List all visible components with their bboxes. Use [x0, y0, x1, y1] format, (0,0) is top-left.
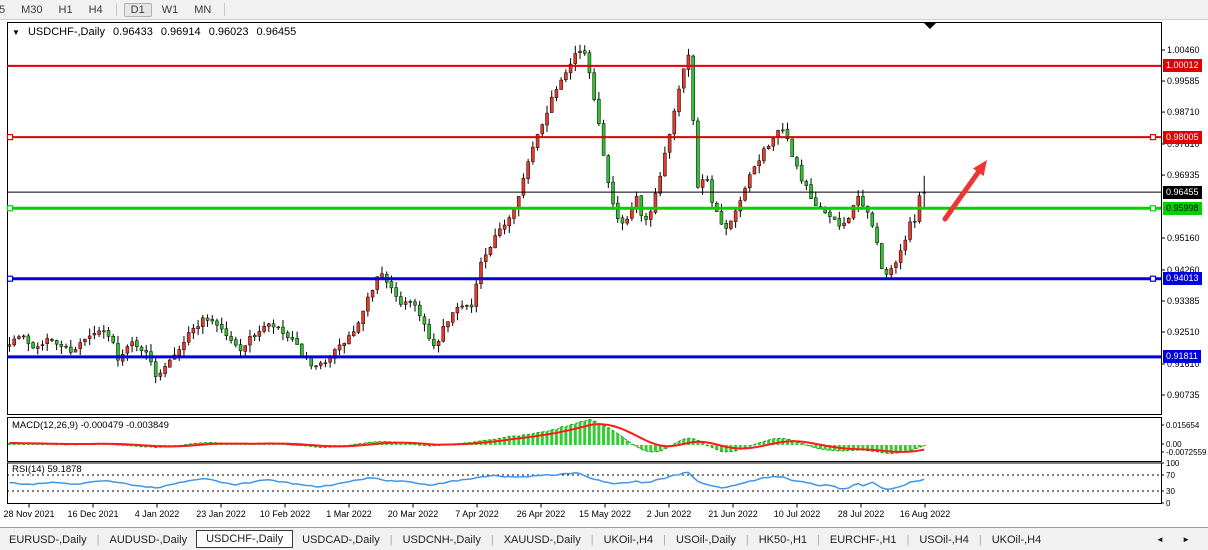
date-label: 7 Apr 2022: [455, 509, 499, 519]
rsi-label: RSI(14) 59.1878: [12, 464, 82, 475]
rsi-scale-label: 30: [1166, 487, 1175, 497]
symbol-dropdown-icon[interactable]: ▼: [12, 28, 20, 37]
mt4-window: 5 M30 H1 H4 D1 W1MN ▼ USDCHF-,Daily 0.96433 0…: [0, 0, 1208, 550]
chart-tab-bar: EURUSD-,Daily|AUDUSD-,DailyUSDCHF-,Daily…: [0, 527, 1208, 550]
price-badge-1.00012: 1.00012: [1163, 59, 1202, 72]
tf-button-h4[interactable]: H4: [83, 3, 109, 17]
price-axis-label: 0.92510: [1167, 327, 1200, 337]
timeframe-toolbar: 5 M30 H1 H4 D1 W1MN: [0, 0, 1208, 20]
ohlc-close: 0.96455: [257, 26, 297, 38]
tf-button-m30[interactable]: M30: [15, 3, 48, 17]
chart-canvas[interactable]: [0, 0, 1208, 550]
date-label: 16 Aug 2022: [900, 509, 951, 519]
price-axis-label: 0.99585: [1167, 76, 1200, 86]
tab-separator: |: [817, 534, 820, 546]
tf-button-h1[interactable]: H1: [53, 3, 79, 17]
macd-label: MACD(12,26,9) -0.000479 -0.003849: [12, 420, 169, 431]
date-label: 23 Jan 2022: [196, 509, 246, 519]
tab-eurchf-h1[interactable]: EURCHF-,H1: [821, 531, 906, 549]
tab-audusd-daily[interactable]: AUDUSD-,Daily: [100, 531, 196, 549]
price-badge-0.91811: 0.91811: [1163, 350, 1201, 363]
rsi-scale-label: 0: [1166, 499, 1170, 509]
price-badge-0.94013: 0.94013: [1163, 272, 1202, 285]
price-badge-0.98005: 0.98005: [1163, 131, 1202, 144]
tf-button-5[interactable]: 5: [0, 3, 11, 17]
macd-scale-label: 0.015654: [1166, 421, 1199, 431]
ohlc-open: 0.96433: [113, 26, 153, 38]
price-axis-label: 1.00460: [1167, 45, 1200, 55]
date-label: 28 Nov 2021: [3, 509, 54, 519]
date-label: 21 Jun 2022: [708, 509, 758, 519]
date-label: 10 Jul 2022: [774, 509, 821, 519]
date-label: 2 Jun 2022: [647, 509, 692, 519]
tab-separator: |: [97, 534, 100, 546]
price-axis-label: 0.96935: [1167, 170, 1200, 180]
price-badge-0.96455: 0.96455: [1163, 186, 1202, 199]
tab-scroll-arrows[interactable]: ◄ ►: [1156, 535, 1198, 544]
toolbar-separator: [224, 3, 225, 16]
date-label: 20 Mar 2022: [388, 509, 439, 519]
price-axis-label: 0.93385: [1167, 296, 1200, 306]
tab-usoil-h4[interactable]: USOil-,H4: [910, 531, 978, 549]
symbol-period-label: USDCHF-,Daily: [28, 26, 105, 38]
date-label: 10 Feb 2022: [260, 509, 311, 519]
macd-scale-label: -0.0072559: [1166, 448, 1206, 458]
tab-separator: |: [390, 534, 393, 546]
tab-ukoil-h4[interactable]: UKOil-,H4: [983, 531, 1051, 549]
tab-usoil-daily[interactable]: USOil-,Daily: [667, 531, 745, 549]
date-label: 15 May 2022: [579, 509, 631, 519]
price-axis-label: 0.95160: [1167, 233, 1200, 243]
tab-eurusd-daily[interactable]: EURUSD-,Daily: [0, 531, 96, 549]
rsi-panel[interactable]: [8, 463, 1162, 504]
tf-button-mn[interactable]: MN: [188, 3, 217, 17]
tab-separator: |: [746, 534, 749, 546]
tab-separator: |: [591, 534, 594, 546]
tab-usdchf-daily[interactable]: USDCHF-,Daily: [196, 530, 293, 548]
ohlc-high: 0.96914: [161, 26, 201, 38]
date-label: 28 Jul 2022: [838, 509, 885, 519]
tab-separator: |: [663, 534, 666, 546]
price-axis-label: 0.90735: [1167, 390, 1200, 400]
tab-separator: |: [979, 534, 982, 546]
tf-button-w1[interactable]: W1: [156, 3, 185, 17]
tab-hk50-h1[interactable]: HK50-,H1: [750, 531, 816, 549]
ohlc-low: 0.96023: [209, 26, 249, 38]
tab-xauusd-daily[interactable]: XAUUSD-,Daily: [495, 531, 590, 549]
price-axis-label: 0.98710: [1167, 107, 1200, 117]
tf-button-d1[interactable]: D1: [124, 3, 152, 17]
date-label: 1 Mar 2022: [326, 509, 372, 519]
chart-title: ▼ USDCHF-,Daily 0.96433 0.96914 0.96023 …: [12, 26, 301, 38]
rsi-scale-label: 70: [1166, 471, 1175, 481]
tab-usdcad-daily[interactable]: USDCAD-,Daily: [293, 531, 389, 549]
date-label: 16 Dec 2021: [67, 509, 118, 519]
tab-separator: |: [491, 534, 494, 546]
rsi-scale-label: 100: [1166, 459, 1179, 469]
toolbar-separator: [116, 3, 117, 16]
tab-ukoil-h4[interactable]: UKOil-,H4: [595, 531, 663, 549]
price-badge-0.95998: 0.95998: [1163, 202, 1202, 215]
tab-separator: |: [906, 534, 909, 546]
date-label: 26 Apr 2022: [517, 509, 566, 519]
date-label: 4 Jan 2022: [135, 509, 180, 519]
tab-usdcnh-daily[interactable]: USDCNH-,Daily: [394, 531, 490, 549]
